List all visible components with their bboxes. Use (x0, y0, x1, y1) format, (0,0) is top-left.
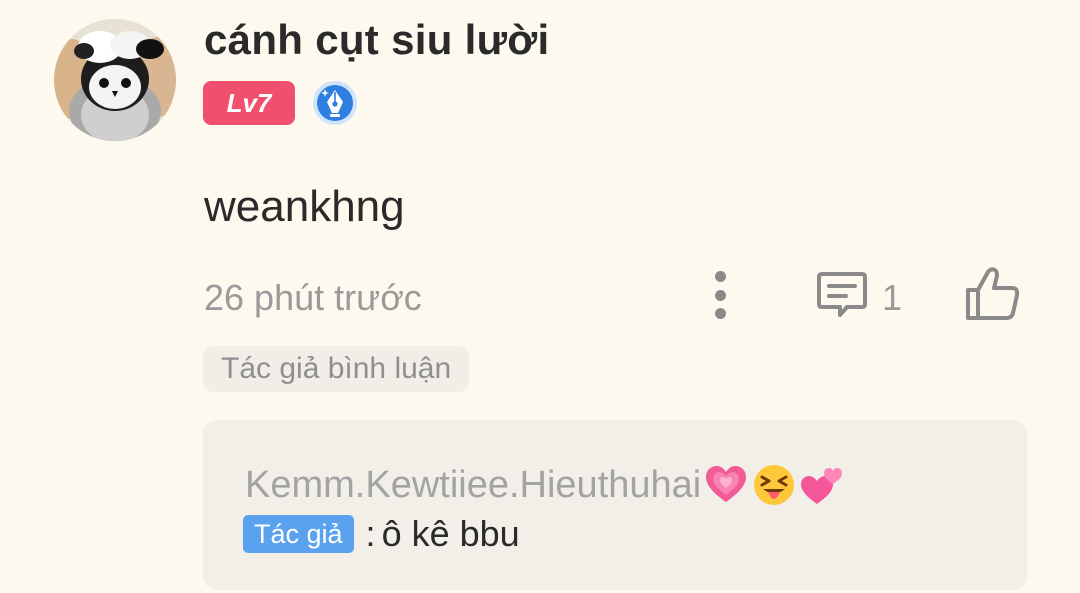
more-dot (714, 289, 726, 301)
author-tag-label: Tác giả bình luận (221, 352, 452, 385)
timestamp: 26 phút trước (204, 277, 422, 318)
penguin-avatar-image (54, 19, 176, 141)
like-thumbs-up-icon[interactable] (962, 264, 1022, 324)
more-options-button[interactable] (703, 268, 737, 322)
reply-author-name[interactable]: Kemm.Kewtiiee.Hieuthuhai (245, 464, 701, 507)
reply-author-name-row: Kemm.Kewtiiee.Hieuthuhai (245, 462, 845, 508)
more-dot (714, 308, 726, 319)
reply-author-badge: Tác giả (243, 515, 354, 553)
reply-separator: : (365, 513, 376, 554)
more-dot (714, 271, 726, 282)
reply-count: 1 (882, 277, 903, 318)
level-badge: Lv7 (203, 81, 295, 125)
pen-nib-icon (312, 80, 358, 126)
reply-text: ô kê bbu (381, 513, 520, 554)
two-hearts-emoji (799, 462, 845, 508)
reply-content-row: Tác giả : ô kê bbu (243, 513, 520, 555)
squinting-tongue-emoji (751, 462, 797, 508)
growing-heart-emoji (703, 462, 749, 508)
user-avatar[interactable] (54, 19, 176, 141)
author-tag: Tác giả bình luận (203, 346, 470, 392)
comment-text: weankhng (204, 182, 405, 231)
reply-preview[interactable]: Kemm.Kewtiiee.Hieuthuhai Tác giả: ô kê … (203, 420, 1027, 590)
username[interactable]: cánh cụt siu lười (204, 16, 549, 64)
reply-icon[interactable] (814, 266, 870, 322)
